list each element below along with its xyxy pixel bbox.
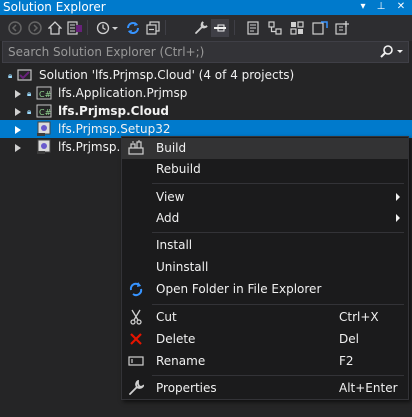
menu-item-delete[interactable]: Delete Del [122,329,408,350]
preview-selected-items-icon[interactable] [311,19,329,37]
window-title: Solution Explorer [3,0,106,14]
tree-item-project[interactable]: 🔒︎ C# lfs.Prjmsp.Cloud [0,102,412,120]
tree-item-label: lfs.Prjmsp.Cloud [58,104,169,118]
build-icon [128,140,144,156]
switch-views-icon[interactable] [66,19,84,37]
menu-item-label: Add [156,211,180,225]
collapse-all-icon[interactable] [144,19,162,37]
new-solution-view-icon[interactable] [333,19,351,37]
menu-item-build[interactable]: Build [122,138,408,159]
back-icon[interactable] [6,19,24,37]
refresh-folder-icon [128,281,144,297]
delete-icon [128,331,144,347]
menu-item-label: Uninstall [156,260,209,274]
menu-item-label: Open Folder in File Explorer [156,282,322,296]
submenu-arrow-icon [396,214,400,222]
menu-separator [152,375,404,376]
search-icon[interactable] [377,44,405,60]
menu-separator [152,183,404,184]
menu-item-shortcut: Alt+Enter [339,381,398,395]
pin-icon[interactable]: ⊥ [375,0,387,14]
view-code-icon[interactable] [244,19,262,37]
tree-item-label: lfs.Application.Prjmsp [58,86,188,100]
show-all-files-icon[interactable] [211,19,229,37]
title-bar: Solution Explorer ▾ ⊥ ✕ [0,0,412,15]
context-menu: Build Rebuild View Add Install Uninstall… [121,136,409,400]
solution-icon [17,67,33,83]
menu-item-shortcut: F2 [339,354,354,368]
sync-icon[interactable] [124,19,142,37]
menu-separator [152,232,404,233]
menu-item-add[interactable]: Add [122,208,408,229]
expand-arrow-icon[interactable] [14,142,22,152]
scissors-icon [128,309,144,325]
menu-item-install[interactable]: Install [122,235,408,256]
tree-item-label: Solution 'lfs.Prjmsp.Cloud' (4 of 4 proj… [39,68,295,82]
expand-arrow-icon[interactable] [14,124,22,134]
menu-item-shortcut: Ctrl+X [339,310,379,324]
wrench-icon [128,380,144,396]
class-diagram-icon[interactable] [266,19,284,37]
setup-project-icon [36,139,52,155]
menu-item-cut[interactable]: Cut Ctrl+X [122,307,408,328]
properties-wrench-icon[interactable] [192,19,210,37]
svg-text:C#: C# [39,90,52,99]
expand-arrow-icon[interactable] [14,88,22,98]
submenu-arrow-icon [396,193,400,201]
forward-icon[interactable] [26,19,44,37]
lock-icon: 🔒︎ [27,89,32,98]
toolbar [0,15,412,41]
expand-arrow-icon[interactable] [14,106,22,116]
lock-icon: 🔒︎ [8,71,13,80]
search-box[interactable]: Search Solution Explorer (Ctrl+;) [2,41,409,63]
csharp-project-icon: C# [36,103,52,119]
menu-item-properties[interactable]: Properties Alt+Enter [122,378,408,399]
dropdown-icon[interactable]: ▾ [357,0,369,14]
menu-item-label: Properties [156,381,217,395]
menu-item-rebuild[interactable]: Rebuild [122,159,408,180]
menu-item-label: Delete [156,332,196,346]
view-designer-icon[interactable] [288,19,306,37]
svg-text:C#: C# [39,108,52,117]
rename-icon [128,353,144,369]
menu-item-label: Cut [156,310,177,324]
tree-item-label: lfs.Prjmsp.Setup32 [58,122,171,136]
menu-item-shortcut: Del [339,332,359,346]
search-input[interactable]: Search Solution Explorer (Ctrl+;) [8,45,204,59]
menu-item-label: Install [156,238,193,252]
menu-item-view[interactable]: View [122,187,408,208]
tree-item-solution[interactable]: 🔒︎ Solution 'lfs.Prjmsp.Cloud' (4 of 4 p… [0,66,412,84]
menu-item-open-folder[interactable]: Open Folder in File Explorer [122,279,408,300]
menu-item-rename[interactable]: Rename F2 [122,351,408,372]
tree-item-project[interactable]: 🔒︎ C# lfs.Application.Prjmsp [0,84,412,102]
close-icon[interactable]: ✕ [395,0,407,14]
menu-item-label: Build [156,141,187,155]
menu-item-label: Rename [156,354,206,368]
setup-project-icon [36,121,52,137]
menu-separator [152,304,404,305]
csharp-project-icon: C# [36,85,52,101]
home-icon[interactable] [46,19,64,37]
filter-dropdown-icon[interactable] [110,19,120,37]
menu-item-label: Rebuild [156,162,201,176]
menu-item-uninstall[interactable]: Uninstall [122,257,408,278]
lock-icon: 🔒︎ [27,107,32,116]
menu-item-label: View [156,190,185,204]
